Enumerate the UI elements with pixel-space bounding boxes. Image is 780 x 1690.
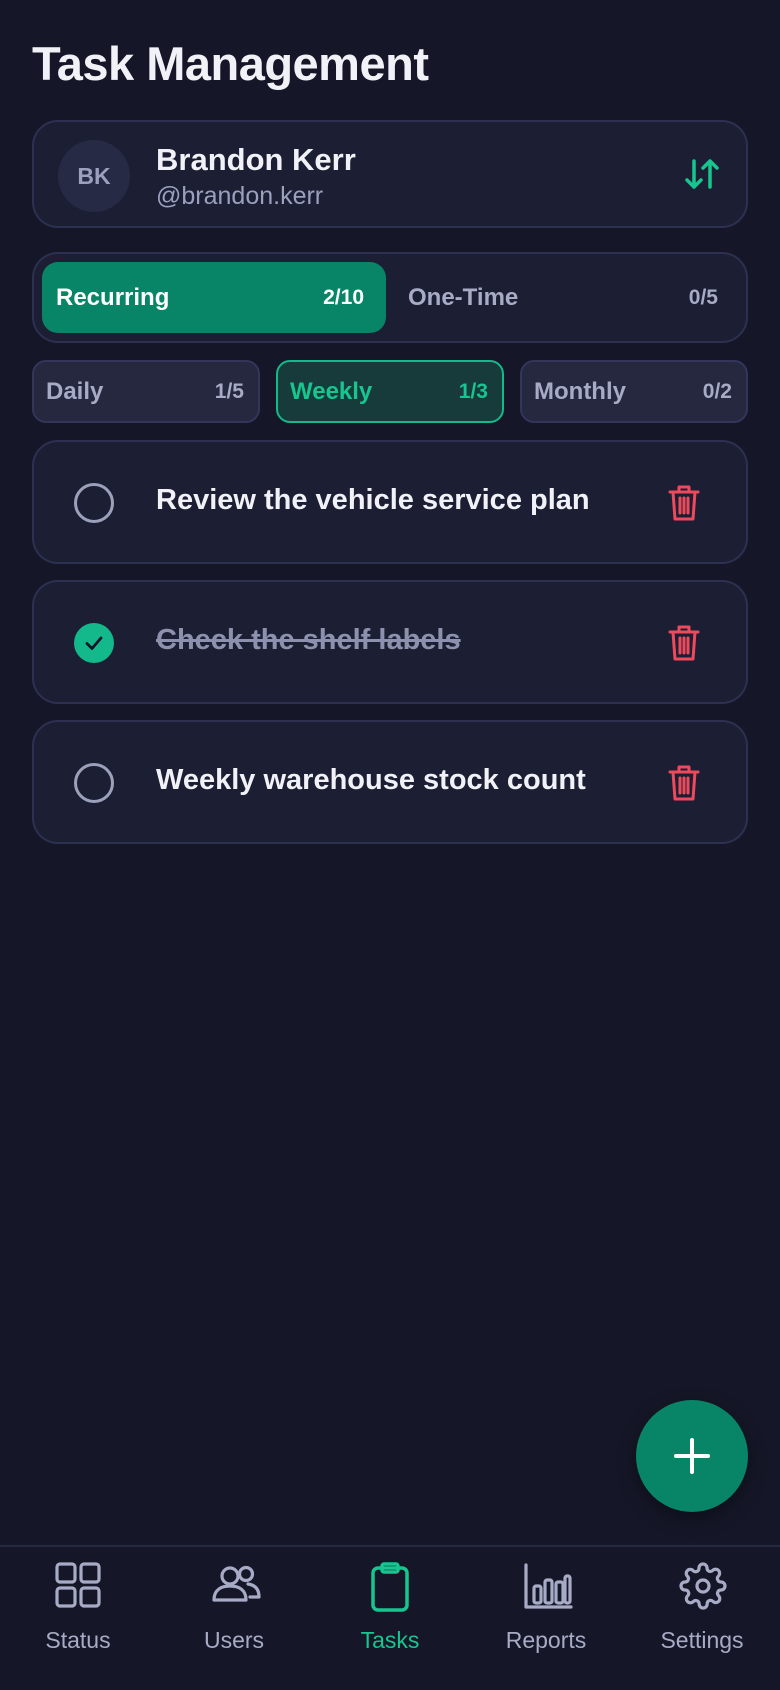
task-title: Check the shelf labels xyxy=(156,624,461,656)
sort-arrows-icon xyxy=(685,159,719,189)
tab-weekly-label: Weekly xyxy=(290,377,373,405)
trash-icon xyxy=(668,625,700,661)
users-icon xyxy=(212,1565,261,1602)
tab-daily-count: 1/5 xyxy=(214,379,244,403)
tab-daily[interactable]: Daily 1/5 xyxy=(32,360,260,423)
avatar: BK xyxy=(58,140,130,212)
task-checkbox[interactable] xyxy=(74,763,114,803)
clipboard-icon xyxy=(371,1562,409,1612)
checkmark-icon xyxy=(85,636,103,650)
task-item: Review the vehicle service plan xyxy=(32,440,748,564)
nav-status[interactable]: Status xyxy=(0,1547,156,1690)
tab-weekly-count: 1/3 xyxy=(458,379,488,403)
grid-icon xyxy=(55,1562,101,1608)
bar-chart-icon xyxy=(524,1563,573,1609)
task-item: Weekly warehouse stock count xyxy=(32,720,748,844)
user-card[interactable]: BK Brandon Kerr @brandon.kerr xyxy=(32,120,748,228)
tab-monthly[interactable]: Monthly 0/2 xyxy=(520,360,748,423)
tab-recurring-count: 2/10 xyxy=(323,285,364,309)
tab-monthly-label: Monthly xyxy=(534,377,626,405)
trash-icon xyxy=(668,765,700,801)
bottom-nav: Status Users Tasks Reports Settings xyxy=(0,1545,780,1688)
tab-recurring[interactable]: Recurring 2/10 xyxy=(42,262,386,333)
user-name: Brandon Kerr xyxy=(156,142,356,177)
task-title: Review the vehicle service plan xyxy=(156,484,590,516)
task-checkbox[interactable] xyxy=(74,483,114,523)
task-item: Check the shelf labels xyxy=(32,580,748,704)
nav-reports[interactable]: Reports xyxy=(468,1547,624,1690)
tab-one-time-count: 0/5 xyxy=(688,285,718,309)
nav-reports-label: Reports xyxy=(505,1627,587,1653)
plus-icon xyxy=(674,1438,710,1474)
task-title: Weekly warehouse stock count xyxy=(156,764,586,796)
nav-tasks-label: Tasks xyxy=(360,1627,420,1653)
nav-users-label: Users xyxy=(203,1627,265,1653)
delete-task-button[interactable] xyxy=(664,622,704,664)
nav-tasks[interactable]: Tasks xyxy=(312,1547,468,1690)
delete-task-button[interactable] xyxy=(664,482,704,524)
task-type-tabs: Recurring 2/10 One-Time 0/5 xyxy=(32,252,748,343)
nav-settings-label: Settings xyxy=(660,1627,744,1653)
tab-one-time-label: One-Time xyxy=(408,283,519,311)
add-task-button[interactable] xyxy=(636,1400,748,1512)
gear-icon xyxy=(679,1562,727,1610)
tab-weekly[interactable]: Weekly 1/3 xyxy=(276,360,504,423)
trash-icon xyxy=(668,485,700,521)
tab-one-time[interactable]: One-Time 0/5 xyxy=(396,262,740,333)
tab-monthly-count: 0/2 xyxy=(702,379,732,403)
task-checkbox-checked[interactable] xyxy=(74,623,114,663)
delete-task-button[interactable] xyxy=(664,762,704,804)
nav-users[interactable]: Users xyxy=(156,1547,312,1690)
nav-settings[interactable]: Settings xyxy=(624,1547,780,1690)
tab-recurring-label: Recurring xyxy=(56,283,170,311)
user-handle: @brandon.kerr xyxy=(156,182,324,210)
tab-daily-label: Daily xyxy=(46,377,104,405)
sort-button[interactable] xyxy=(680,152,724,196)
page-title: Task Management xyxy=(32,37,429,90)
nav-status-label: Status xyxy=(45,1627,111,1653)
